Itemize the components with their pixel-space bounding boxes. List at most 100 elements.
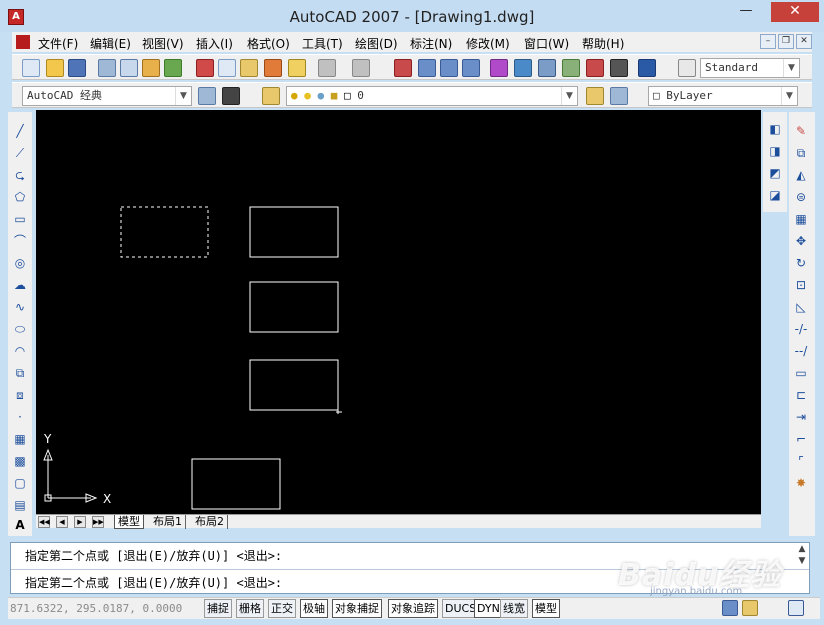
menu-edit[interactable]: 编辑(E) [90, 35, 131, 52]
text-style-select[interactable]: Standard ▼ [700, 58, 800, 78]
bring-to-front-icon[interactable]: ◧ [767, 122, 783, 136]
mdi-close-button[interactable]: ✕ [796, 34, 812, 49]
workspace-select[interactable]: AutoCAD 经典 ▼ [22, 86, 192, 106]
redo-icon[interactable] [352, 59, 370, 77]
properties-icon[interactable] [490, 59, 508, 77]
construction-line-icon[interactable]: ⟋ [12, 146, 28, 160]
first-tab-button[interactable]: ◀◀ [38, 516, 50, 528]
copy-icon[interactable] [218, 59, 236, 77]
publish-icon[interactable] [142, 59, 160, 77]
tab-model[interactable]: 模型 [114, 515, 144, 529]
line-icon[interactable]: ╱ [12, 124, 28, 138]
3d-dwf-icon[interactable] [164, 59, 182, 77]
layer-properties-manager-icon[interactable] [262, 87, 280, 105]
offset-icon[interactable]: ⊜ [793, 190, 809, 204]
new-file-icon[interactable] [22, 59, 40, 77]
zoom-window-icon[interactable] [440, 59, 458, 77]
ellipse-icon[interactable]: ⬭ [12, 322, 28, 336]
menu-modify[interactable]: 修改(M) [466, 35, 510, 52]
rectangle-2[interactable] [249, 281, 339, 333]
lineweight-toggle[interactable]: 线宽 [500, 599, 528, 618]
sheet-set-manager-icon[interactable] [562, 59, 580, 77]
osnap-toggle[interactable]: 对象捕捉 [332, 599, 382, 618]
print-icon[interactable] [98, 59, 116, 77]
send-to-back-icon[interactable]: ◨ [767, 144, 783, 158]
region-icon[interactable]: ▢ [12, 476, 28, 490]
menu-draw[interactable]: 绘图(D) [355, 35, 398, 52]
move-icon[interactable]: ✥ [793, 234, 809, 248]
circle-icon[interactable]: ◎ [12, 256, 28, 270]
quickcalc-icon[interactable] [610, 59, 628, 77]
coordinate-readout[interactable]: 871.6322, 295.0187, 0.0000 [10, 600, 205, 617]
toolbar-lock-icon[interactable] [742, 600, 758, 616]
trim-icon[interactable]: -/- [793, 322, 809, 336]
workspace-settings-icon[interactable] [198, 87, 216, 105]
menu-insert[interactable]: 插入(I) [196, 35, 233, 52]
break-icon[interactable]: ⊏ [793, 388, 809, 402]
next-tab-button[interactable]: ▶ [74, 516, 86, 528]
text-style-icon[interactable] [678, 59, 696, 77]
insert-block-icon[interactable]: ⧉ [12, 366, 28, 380]
hatch-icon[interactable]: ▦ [12, 432, 28, 446]
ellipse-arc-icon[interactable]: ◠ [12, 344, 28, 358]
plot-preview-icon[interactable] [120, 59, 138, 77]
snap-toggle[interactable]: 捕捉 [204, 599, 232, 618]
drawing-canvas[interactable]: Y X [36, 110, 761, 514]
menu-file[interactable]: 文件(F) [38, 35, 78, 52]
rectangle-icon[interactable]: ▭ [12, 212, 28, 226]
dyn-toggle[interactable]: DYN [474, 599, 503, 618]
menu-format[interactable]: 格式(O) [247, 35, 290, 52]
join-icon[interactable]: ⇥ [793, 410, 809, 424]
undo-icon[interactable] [318, 59, 336, 77]
zoom-realtime-icon[interactable] [418, 59, 436, 77]
arc-icon[interactable]: ⌒ [12, 234, 28, 248]
zoom-previous-icon[interactable] [462, 59, 480, 77]
clean-screen-icon[interactable] [788, 600, 804, 616]
document-icon[interactable] [16, 35, 30, 49]
polar-toggle[interactable]: 极轴 [300, 599, 328, 618]
multiline-text-icon[interactable]: A [12, 518, 28, 532]
menu-tools[interactable]: 工具(T) [302, 35, 343, 52]
revision-cloud-icon[interactable]: ☁ [12, 278, 28, 292]
extend-icon[interactable]: --/ [793, 344, 809, 358]
design-center-icon[interactable] [514, 59, 532, 77]
polyline-icon[interactable]: ⮎ [12, 168, 28, 182]
chamfer-icon[interactable]: ⌐ [793, 432, 809, 446]
close-window-button[interactable]: ✕ [771, 2, 819, 22]
open-file-icon[interactable] [46, 59, 64, 77]
last-tab-button[interactable]: ▶▶ [92, 516, 104, 528]
point-icon[interactable]: · [12, 410, 28, 424]
rotate-icon[interactable]: ↻ [793, 256, 809, 270]
scroll-down-icon[interactable]: ▼ [795, 555, 809, 567]
gradient-icon[interactable]: ▩ [12, 454, 28, 468]
model-toggle[interactable]: 模型 [532, 599, 560, 618]
previous-tab-button[interactable]: ◀ [56, 516, 68, 528]
layer-previous-icon[interactable] [610, 87, 628, 105]
rectangle-3[interactable] [249, 359, 339, 411]
help-icon[interactable] [638, 59, 656, 77]
rectangle-1[interactable] [249, 206, 339, 258]
menu-window[interactable]: 窗口(W) [524, 35, 569, 52]
communication-center-icon[interactable] [722, 600, 738, 616]
layer-select[interactable]: ● ● ● ■ □ 0 ▼ [286, 86, 578, 106]
minimize-window-button[interactable]: — [731, 2, 761, 22]
scale-icon[interactable]: ⊡ [793, 278, 809, 292]
pan-realtime-icon[interactable] [394, 59, 412, 77]
block-editor-icon[interactable] [288, 59, 306, 77]
tool-palettes-icon[interactable] [538, 59, 556, 77]
markup-set-manager-icon[interactable] [586, 59, 604, 77]
erase-icon[interactable]: ✎ [793, 124, 809, 138]
save-icon[interactable] [68, 59, 86, 77]
mirror-icon[interactable]: ◭ [793, 168, 809, 182]
table-icon[interactable]: ▤ [12, 498, 28, 512]
send-under-icon[interactable]: ◪ [767, 188, 783, 202]
otrack-toggle[interactable]: 对象追踪 [388, 599, 438, 618]
scroll-up-icon[interactable]: ▲ [795, 543, 809, 555]
array-icon[interactable]: ▦ [793, 212, 809, 226]
command-scrollbar[interactable]: ▲ ▼ [795, 543, 809, 569]
make-block-icon[interactable]: ⧈ [12, 388, 28, 402]
mdi-restore-button[interactable]: ❐ [778, 34, 794, 49]
rectangle-4[interactable] [191, 458, 281, 510]
menu-view[interactable]: 视图(V) [142, 35, 184, 52]
cut-icon[interactable] [196, 59, 214, 77]
